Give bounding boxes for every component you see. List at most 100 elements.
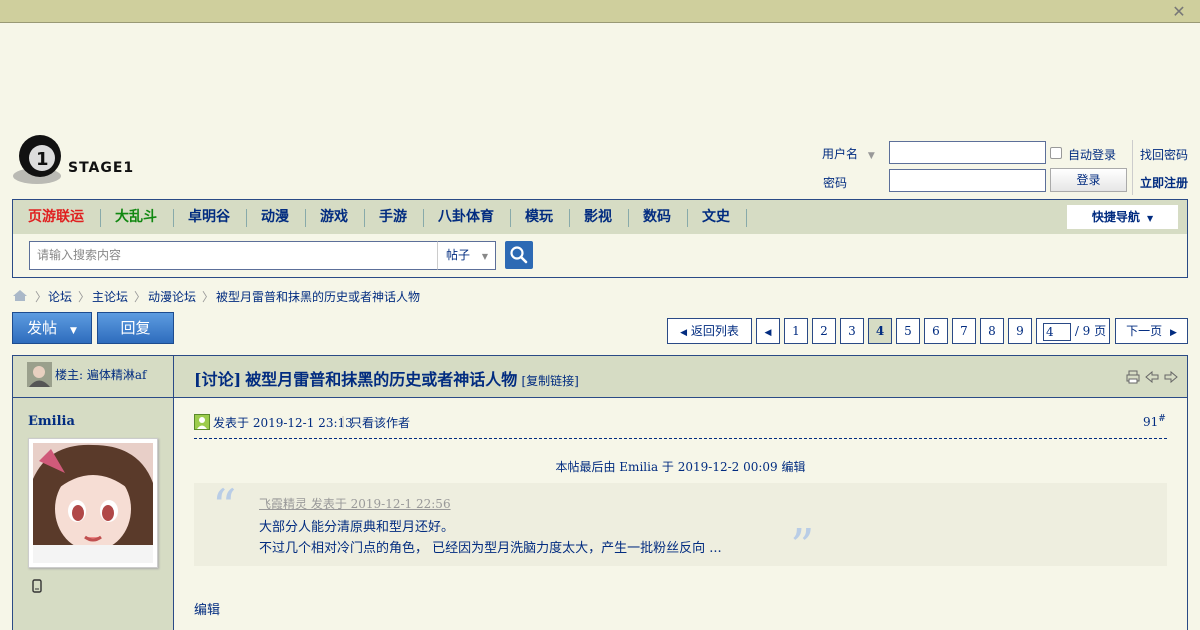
- home-icon[interactable]: [12, 289, 28, 302]
- quote-block: “ 飞霞精灵 发表于 2019-12-1 22:56 大部分人能分清原典和型月还…: [194, 479, 1167, 575]
- page-7[interactable]: 7: [952, 318, 976, 344]
- search-bar: 请输入搜索内容 帖子 ▼: [12, 234, 1188, 278]
- meta-separator: |: [341, 414, 346, 428]
- page-8[interactable]: 8: [980, 318, 1004, 344]
- post-author-avatar[interactable]: [28, 438, 158, 568]
- svg-text:1: 1: [36, 149, 49, 170]
- nav-item-webgame[interactable]: 页游联运: [28, 200, 84, 234]
- main-nav: 页游联运 大乱斗 卓明谷 动漫 游戏 手游 八卦体育 模玩 影视 数码 文史 快…: [12, 199, 1188, 235]
- breadcrumb-item-main-forum[interactable]: 主论坛: [92, 288, 128, 305]
- online-status-icon: [194, 414, 210, 430]
- chevron-down-icon: ▼: [69, 326, 77, 336]
- page-9[interactable]: 9: [1008, 318, 1032, 344]
- nav-item-mobile-games[interactable]: 手游: [379, 200, 407, 234]
- prev-page-button[interactable]: ◀: [756, 318, 780, 344]
- breadcrumb-item-thread[interactable]: 被型月雷普和抹黑的历史或者神话人物: [216, 288, 420, 305]
- nav-divider: [510, 209, 511, 227]
- forgot-password-link[interactable]: 找回密码: [1140, 146, 1188, 163]
- only-author-link[interactable]: 只看该作者: [350, 414, 410, 431]
- nav-item-digital[interactable]: 数码: [643, 200, 671, 234]
- nav-item-games[interactable]: 游戏: [320, 200, 348, 234]
- copy-link[interactable]: [复制链接]: [521, 374, 578, 388]
- breadcrumb-separator: 〉: [202, 290, 215, 304]
- password-label: 密码: [823, 176, 848, 190]
- search-button[interactable]: [505, 241, 533, 269]
- owner-avatar[interactable]: [27, 362, 52, 387]
- new-post-button[interactable]: 发帖 ▼: [12, 312, 92, 344]
- chevron-down-icon: ▼: [481, 252, 488, 261]
- nav-divider: [569, 209, 570, 227]
- username-label[interactable]: 用户名 ▼: [822, 145, 875, 162]
- nav-item-anime[interactable]: 动漫: [261, 200, 289, 234]
- nav-item-zhuomingu[interactable]: 卓明谷: [188, 200, 230, 234]
- post-divider: [194, 438, 1167, 439]
- password-input[interactable]: [889, 169, 1046, 192]
- quote-open-icon: “: [212, 479, 237, 535]
- thread-tag[interactable]: [讨论]: [194, 370, 241, 389]
- page-4-current[interactable]: 4: [868, 318, 892, 344]
- quote-source[interactable]: 飞霞精灵 发表于 2019-12-1 22:56: [259, 495, 451, 512]
- search-icon: [510, 246, 528, 264]
- quote-line-1: 大部分人能分清原典和型月还好。: [259, 520, 455, 535]
- nav-divider: [423, 209, 424, 227]
- page-3[interactable]: 3: [840, 318, 864, 344]
- edited-note: 本帖最后由 Emilia 于 2019-12-2 00:09 编辑: [555, 460, 806, 474]
- page-total: / 9 页: [1074, 324, 1107, 338]
- login-divider: [1132, 140, 1133, 195]
- page-5[interactable]: 5: [896, 318, 920, 344]
- autologin-checkbox[interactable]: [1050, 147, 1062, 159]
- quote-close-icon: ”: [790, 519, 815, 575]
- search-input[interactable]: 请输入搜索内容: [29, 241, 438, 270]
- register-link[interactable]: 立即注册: [1140, 174, 1188, 191]
- page-jump-input[interactable]: 4: [1043, 322, 1071, 341]
- nav-item-history[interactable]: 文史: [702, 200, 730, 234]
- floor-number[interactable]: 91#: [1143, 414, 1166, 429]
- nav-divider: [364, 209, 365, 227]
- search-type-select[interactable]: 帖子 ▼: [437, 241, 496, 270]
- logo-text: STAGE1: [68, 160, 135, 176]
- page-jump: 4 / 9 页: [1036, 318, 1110, 344]
- nav-divider: [246, 209, 247, 227]
- next-thread-icon[interactable]: [1164, 370, 1178, 384]
- nav-item-gossip-sports[interactable]: 八卦体育: [438, 200, 494, 234]
- reply-button[interactable]: 回复: [97, 312, 174, 344]
- nav-divider: [746, 209, 747, 227]
- top-banner-bar: [0, 0, 1200, 23]
- nav-divider: [305, 209, 306, 227]
- nav-item-daluandou[interactable]: 大乱斗: [115, 200, 157, 234]
- back-to-list-button[interactable]: ◀ 返回列表: [667, 318, 752, 344]
- nav-item-film[interactable]: 影视: [584, 200, 612, 234]
- chevron-down-icon: ▼: [867, 151, 875, 161]
- nav-item-models[interactable]: 模玩: [525, 200, 553, 234]
- nav-divider: [628, 209, 629, 227]
- page-1[interactable]: 1: [784, 318, 808, 344]
- nav-divider: [173, 209, 174, 227]
- quote-line-2: 不过几个相对冷门点的角色， 已经因为型月洗脑力度太大，产生一批粉丝反向 ...: [259, 541, 722, 556]
- breadcrumb-separator: 〉: [78, 290, 91, 304]
- breadcrumb-item-anime-forum[interactable]: 动漫论坛: [148, 288, 196, 305]
- post-author-name[interactable]: Emilia: [28, 414, 75, 429]
- quick-nav-button[interactable]: 快捷导航 ▼: [1067, 205, 1178, 229]
- next-page-button[interactable]: 下一页 ▶: [1115, 318, 1188, 344]
- prev-thread-icon[interactable]: [1145, 370, 1159, 384]
- thread-owner-header: 楼主: 遍体精淋af: [13, 356, 173, 398]
- autologin-label: 自动登录: [1068, 148, 1117, 162]
- thread-title: [讨论] 被型月雷普和抹黑的历史或者神话人物 [复制链接]: [194, 366, 579, 390]
- avatar-image: [33, 443, 153, 563]
- breadcrumb-item-forum[interactable]: 论坛: [48, 288, 72, 305]
- username-input[interactable]: [889, 141, 1046, 164]
- nav-divider: [687, 209, 688, 227]
- chevron-left-icon: ◀: [680, 328, 688, 338]
- post-container: 楼主: 遍体精淋af Emilia [讨论] 被型月雷普和抹黑的历史或者神话人物…: [12, 355, 1188, 630]
- page-2[interactable]: 2: [812, 318, 836, 344]
- print-icon[interactable]: [1126, 370, 1140, 384]
- chevron-left-icon: ◀: [764, 328, 772, 338]
- breadcrumb-separator: 〉: [134, 290, 147, 304]
- page-6[interactable]: 6: [924, 318, 948, 344]
- login-button[interactable]: 登录: [1050, 168, 1127, 192]
- thread-title-text: 被型月雷普和抹黑的历史或者神话人物: [245, 370, 518, 389]
- close-icon[interactable]: ✕: [1170, 3, 1188, 21]
- chevron-right-icon: ▶: [1169, 328, 1177, 338]
- thread-owner-label[interactable]: 楼主: 遍体精淋af: [55, 366, 146, 383]
- logo-emblem: 1: [13, 135, 61, 184]
